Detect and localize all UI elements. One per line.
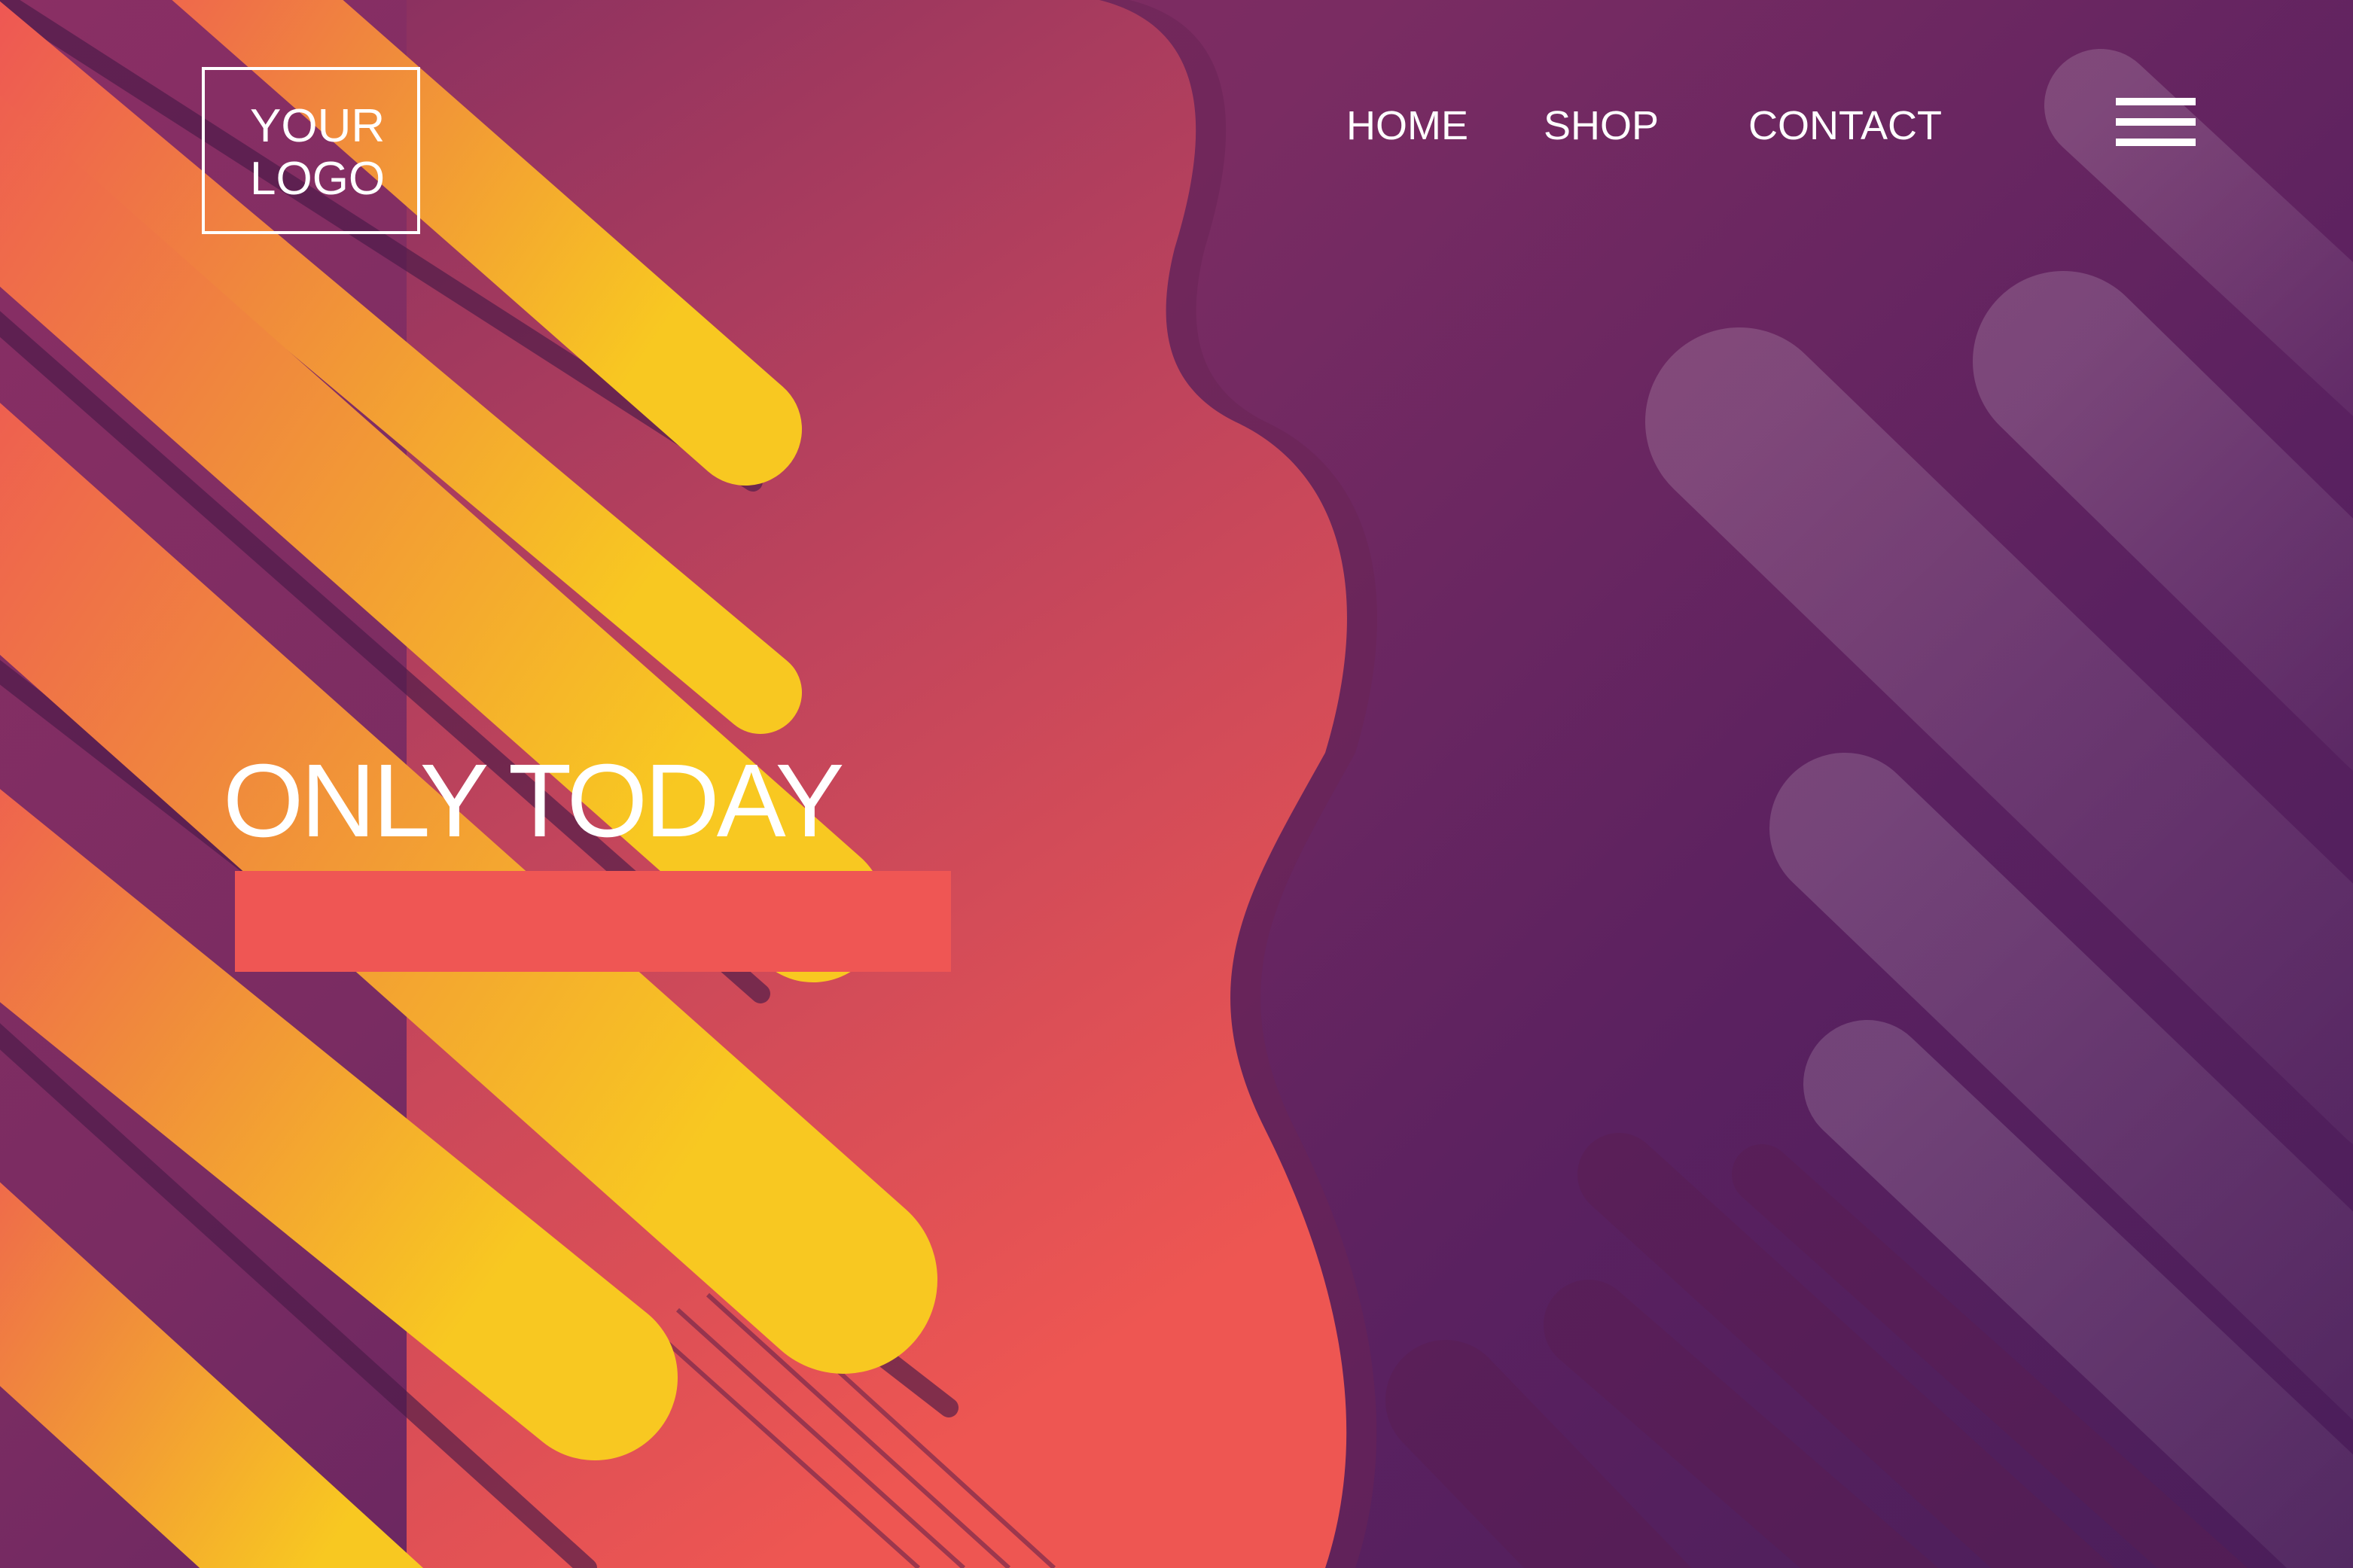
logo-line-2: LOGO bbox=[250, 153, 386, 205]
logo[interactable]: YOUR LOGO bbox=[202, 67, 420, 234]
menu-bar-top bbox=[2116, 98, 2196, 105]
nav-home[interactable]: HOME bbox=[1346, 102, 1468, 149]
nav-shop[interactable]: SHOP bbox=[1544, 102, 1659, 149]
logo-line-1: YOUR bbox=[250, 100, 386, 152]
hero-headline: ONLY TODAY bbox=[223, 743, 845, 859]
logo-text: YOUR LOGO bbox=[250, 100, 385, 206]
menu-bar-middle bbox=[2116, 118, 2196, 126]
hamburger-menu-icon[interactable] bbox=[2116, 98, 2196, 146]
menu-bar-bottom bbox=[2116, 139, 2196, 146]
nav-contact[interactable]: CONTACT bbox=[1748, 102, 1942, 149]
landing-page: YOUR LOGO HOME SHOP CONTACT ONLY TODAY bbox=[0, 0, 2353, 1568]
cta-button[interactable] bbox=[235, 871, 951, 972]
